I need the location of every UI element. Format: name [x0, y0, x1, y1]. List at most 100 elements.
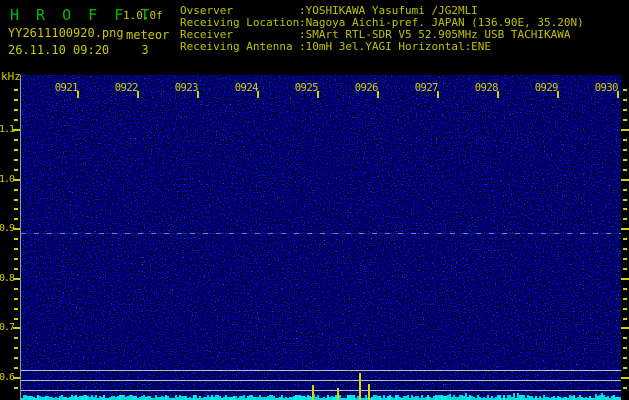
freq-tick-left: [14, 99, 18, 102]
output-filename: YY2611100920.png: [8, 26, 124, 40]
freq-tick-right: [623, 387, 627, 389]
freq-tick-left: [13, 327, 20, 330]
signal-grid-line: [21, 390, 621, 391]
freq-label: 0.8: [0, 272, 15, 284]
freq-label: 1.1: [0, 124, 15, 135]
freq-tick-right: [623, 148, 627, 151]
spectrogram-noise: [21, 75, 621, 400]
station-info-block: Ovserver:YOSHIKAWA Yasufumi /JG2MLI Recei…: [180, 5, 584, 53]
freq-axis-unit: kHz: [1, 70, 21, 83]
carrier-signal-line: [21, 233, 621, 234]
freq-tick-right: [623, 218, 627, 221]
freq-tick-right: [623, 267, 627, 270]
freq-tick-left: [14, 198, 18, 201]
signal-grid-line: [21, 370, 621, 371]
freq-tick-left: [14, 287, 18, 290]
time-tick: [257, 91, 259, 98]
freq-tick-right: [621, 228, 629, 231]
freq-label: 1.0: [0, 173, 15, 185]
meteor-spike: [312, 385, 314, 400]
time-label: 0930: [594, 82, 619, 94]
freq-label: 0.7: [0, 322, 15, 334]
time-label: 0929: [534, 82, 559, 94]
freq-tick-right: [623, 258, 627, 261]
noise-floor-plot: [21, 391, 621, 400]
freq-tick-left: [14, 357, 18, 360]
time-tick: [377, 91, 379, 98]
freq-tick-right: [623, 297, 627, 300]
freq-tick-right: [623, 367, 627, 370]
info-value: :10mH 3el.YAGI Horizontal:ENE: [299, 40, 492, 53]
time-tick: [77, 91, 79, 98]
freq-tick-left: [14, 168, 18, 171]
time-tick: [197, 91, 199, 98]
freq-label: 0.9: [0, 223, 15, 235]
freq-tick-left: [13, 178, 20, 181]
freq-tick-right: [623, 109, 627, 112]
freq-tick-left: [14, 258, 18, 261]
freq-tick-left: [13, 277, 20, 280]
time-label: 0922: [114, 82, 139, 94]
meteor-spike: [359, 373, 361, 400]
time-label: 0925: [294, 82, 319, 94]
freq-tick-left: [14, 139, 18, 141]
freq-tick-right: [621, 178, 629, 181]
freq-tick-right: [623, 208, 627, 211]
freq-tick-right: [623, 99, 627, 102]
freq-tick-right: [621, 377, 629, 380]
hrofft-window: H R O F F T 1.0.0f YY2611100920.png mete…: [0, 0, 629, 400]
freq-tick-right: [623, 287, 627, 290]
freq-tick-right: [623, 139, 627, 141]
freq-tick-left: [14, 317, 18, 320]
freq-tick-right: [621, 327, 629, 330]
freq-tick-left: [14, 387, 18, 389]
info-label: Receiving Antenna: [180, 40, 293, 53]
freq-tick-left: [14, 89, 18, 92]
meteor-count: 3: [141, 43, 149, 57]
time-tick: [557, 91, 559, 98]
freq-label: 0.6: [0, 372, 15, 383]
freq-tick-left: [14, 347, 18, 350]
freq-tick-left: [14, 337, 18, 340]
freq-tick-right: [623, 89, 627, 92]
freq-tick-right: [621, 277, 629, 280]
time-tick: [317, 91, 319, 98]
freq-tick-left: [14, 148, 18, 151]
time-label: 0924: [234, 82, 259, 94]
freq-tick-left: [14, 297, 18, 300]
freq-tick-left: [13, 129, 20, 132]
freq-tick-left: [14, 158, 18, 161]
freq-tick-right: [623, 347, 627, 350]
freq-tick-right: [623, 198, 627, 201]
freq-tick-right: [623, 168, 627, 171]
freq-tick-right: [623, 337, 627, 340]
time-tick: [497, 91, 499, 98]
freq-tick-right: [623, 238, 627, 241]
freq-tick-left: [14, 238, 18, 241]
freq-tick-right: [623, 317, 627, 320]
freq-tick-left: [14, 208, 18, 211]
freq-tick-left: [14, 188, 18, 191]
freq-tick-left: [13, 228, 20, 231]
datetime-label: 26.11.10 09:20: [8, 43, 110, 57]
freq-tick-left: [13, 377, 20, 380]
freq-tick-right: [623, 158, 627, 161]
time-label: 0921: [54, 82, 79, 94]
time-tick: [437, 91, 439, 98]
time-label: 0927: [414, 82, 439, 94]
freq-tick-right: [623, 357, 627, 360]
freq-tick-left: [14, 119, 18, 122]
freq-tick-left: [14, 307, 18, 310]
freq-tick-left: [14, 218, 18, 221]
freq-tick-left: [14, 248, 18, 251]
freq-axis-line: [20, 75, 21, 400]
time-tick: [137, 91, 139, 98]
freq-tick-left: [14, 267, 18, 270]
time-tick: [617, 91, 619, 98]
time-label: 0923: [174, 82, 199, 94]
time-label: 0926: [354, 82, 379, 94]
freq-tick-right: [623, 119, 627, 122]
freq-tick-right: [623, 307, 627, 310]
meteor-spike: [337, 388, 339, 400]
app-version: 1.0.0f: [123, 9, 163, 22]
